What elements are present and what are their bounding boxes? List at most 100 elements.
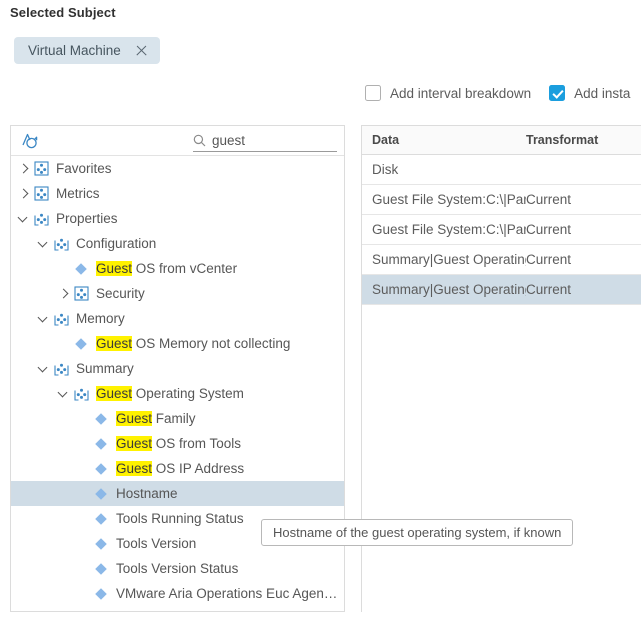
selected-subject-chip[interactable]: Virtual Machine	[14, 37, 160, 64]
options-row: Add interval breakdown Add insta	[365, 85, 630, 101]
search-match-highlight: Guest	[96, 261, 133, 276]
chevron-down-icon[interactable]	[37, 362, 50, 375]
cell-transformation: Current	[526, 192, 572, 207]
tree-item-label: Guest Operating System	[96, 386, 244, 401]
search-match-highlight: Guest	[116, 461, 153, 476]
tree-item[interactable]: Memory	[11, 306, 344, 331]
close-icon[interactable]	[135, 44, 148, 57]
table-row[interactable]: Disk	[362, 155, 641, 185]
tree-item[interactable]: Guest OS Memory not collecting	[11, 331, 344, 356]
folder-metric-icon	[54, 236, 69, 251]
tree-item[interactable]: Summary	[11, 356, 344, 381]
tree-item-label: Tools Running Status	[116, 511, 244, 526]
chevron-down-icon[interactable]	[37, 312, 50, 325]
tree-toolbar	[11, 126, 344, 156]
diamond-property-icon	[94, 537, 108, 551]
diamond-property-icon	[94, 487, 108, 501]
diamond-property-icon	[94, 462, 108, 476]
cell-data: Guest File System:C:\|Partition …	[372, 222, 526, 237]
tree-item[interactable]: Tools Version Status	[11, 556, 344, 581]
cell-transformation: Current	[526, 222, 572, 237]
tree-item-label: Guest OS from vCenter	[96, 261, 238, 276]
table-body: DiskGuest File System:C:\|Partition …Cur…	[362, 155, 641, 305]
checkbox-instance-breakdown[interactable]: Add insta	[549, 85, 630, 101]
chevron-down-icon[interactable]	[37, 237, 50, 250]
cell-data: Summary|Guest Operating Syst…	[372, 252, 526, 267]
search-match-highlight: Guest	[116, 411, 153, 426]
folder-metric-icon	[54, 311, 69, 326]
tree-item[interactable]: Guest Operating System	[11, 381, 344, 406]
tree-item-label: Tools Version	[116, 536, 197, 551]
diamond-property-icon	[94, 412, 108, 426]
chevron-down-icon[interactable]	[57, 387, 70, 400]
tree-item[interactable]: Favorites	[11, 156, 344, 181]
tree-item-label: Guest OS Memory not collecting	[96, 336, 291, 351]
tree-item[interactable]: Metrics	[11, 181, 344, 206]
tree-item-label: Favorites	[56, 161, 112, 176]
tooltip: Hostname of the guest operating system, …	[261, 519, 574, 546]
checkbox-label: Add insta	[574, 85, 631, 101]
search-field[interactable]	[193, 130, 337, 152]
tree-item-label: Hostname	[116, 486, 178, 501]
column-header-transformation: Transformat	[526, 133, 599, 147]
tree-item-label: Configuration	[76, 236, 157, 251]
table-row-selected[interactable]: Summary|Guest Operating Syst…Current	[362, 275, 641, 305]
folder-metric-icon	[74, 286, 89, 301]
tree-item-label: Memory	[76, 311, 125, 326]
tree-item[interactable]: Configuration	[11, 231, 344, 256]
chevron-right-icon[interactable]	[17, 187, 30, 200]
tree-item[interactable]: Guest Family	[11, 406, 344, 431]
search-match-highlight: Guest	[96, 336, 133, 351]
search-icon	[193, 134, 206, 147]
tree-item-label: Guest OS from Tools	[116, 436, 242, 451]
tree-item-selected[interactable]: Hostname	[11, 481, 344, 506]
table-row[interactable]: Guest File System:C:\|Partition …Current	[362, 215, 641, 245]
metric-picker-icon[interactable]	[19, 131, 41, 151]
tree-item[interactable]: Guest OS IP Address	[11, 456, 344, 481]
checkbox-box-checked[interactable]	[549, 85, 566, 101]
folder-metric-icon	[34, 186, 49, 201]
cell-transformation: Current	[526, 252, 572, 267]
tree-item-label: Guest Family	[116, 411, 196, 426]
tree-item-label: Metrics	[56, 186, 100, 201]
search-input[interactable]	[212, 133, 330, 148]
tree-item[interactable]: Guest OS from Tools	[11, 431, 344, 456]
tree-item[interactable]: VMware Aria Operations Euc Agen…	[11, 581, 344, 606]
table-header: Data Transformat	[362, 126, 641, 155]
checkbox-interval-breakdown[interactable]: Add interval breakdown	[365, 85, 531, 101]
table-row[interactable]: Summary|Guest Operating Syst…Current	[362, 245, 641, 275]
tree-item[interactable]: Properties	[11, 206, 344, 231]
tree-item[interactable]: Guest OS from vCenter	[11, 256, 344, 281]
tree-item-label: Guest OS IP Address	[116, 461, 245, 476]
folder-metric-icon	[54, 361, 69, 376]
checkbox-label: Add interval breakdown	[390, 85, 532, 101]
chip-label: Virtual Machine	[28, 43, 121, 58]
checkbox-box[interactable]	[365, 85, 381, 101]
tree-item-label: Tools Version Status	[116, 561, 239, 576]
chevron-right-icon[interactable]	[57, 287, 70, 300]
page-title: Selected Subject	[10, 5, 116, 20]
diamond-property-icon	[94, 512, 108, 526]
search-match-highlight: Guest	[116, 436, 153, 451]
tree-item[interactable]: Security	[11, 281, 344, 306]
diamond-property-icon	[94, 562, 108, 576]
column-header-data: Data	[372, 133, 400, 147]
folder-metric-icon	[34, 211, 49, 226]
cell-data: Summary|Guest Operating Syst…	[372, 282, 526, 297]
cell-data: Guest File System:C:\|Partition …	[372, 192, 526, 207]
cell-transformation: Current	[526, 282, 572, 297]
chevron-right-icon[interactable]	[17, 162, 30, 175]
table-row[interactable]: Guest File System:C:\|Partition …Current	[362, 185, 641, 215]
tree-item-label: Summary	[76, 361, 134, 376]
chevron-down-icon[interactable]	[17, 212, 30, 225]
search-match-highlight: Guest	[96, 386, 133, 401]
diamond-property-icon	[94, 437, 108, 451]
